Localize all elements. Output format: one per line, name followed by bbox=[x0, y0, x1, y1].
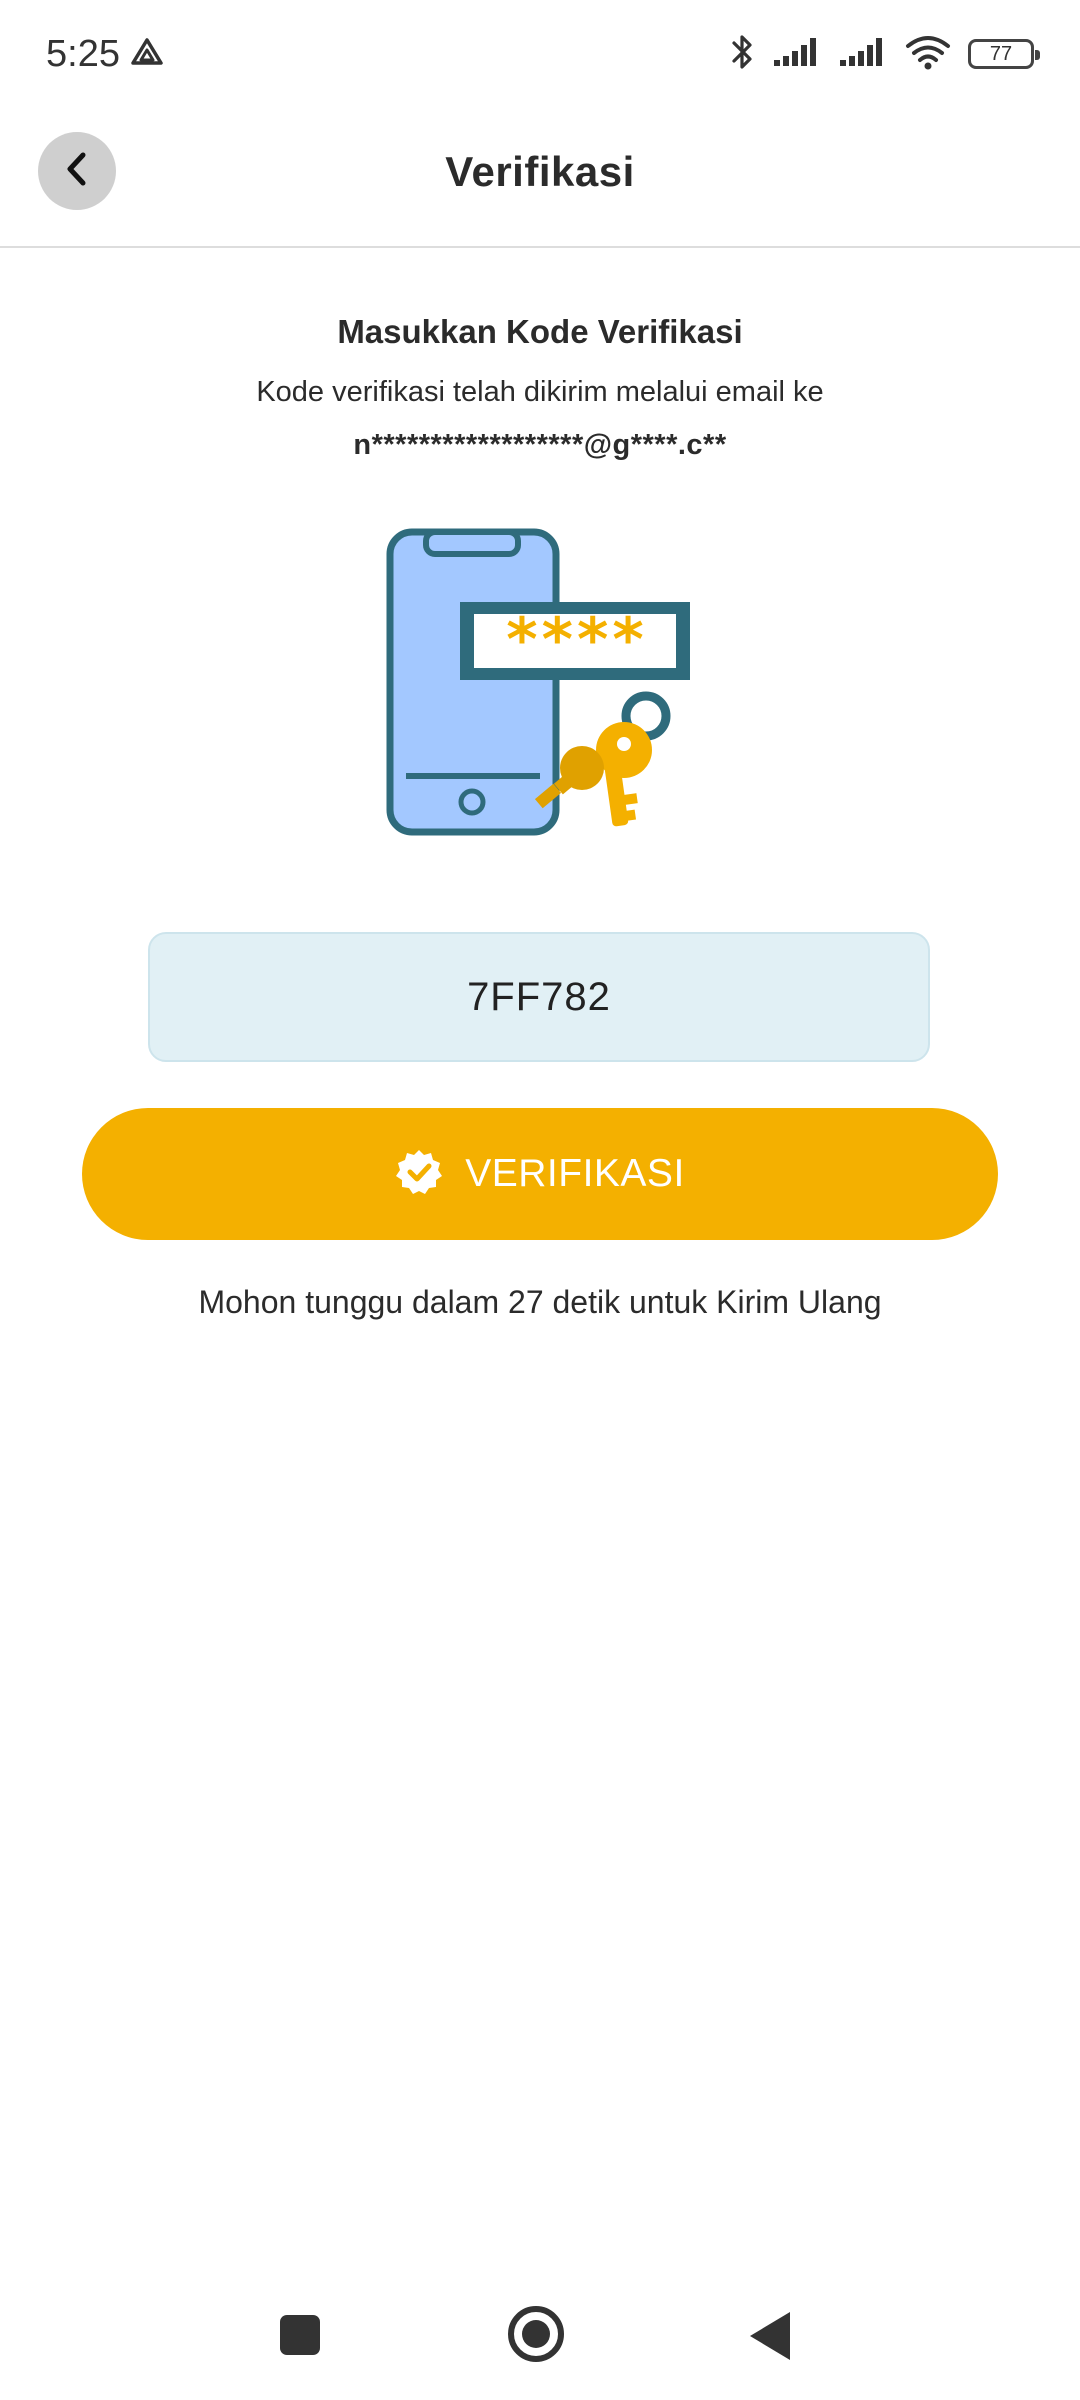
wifi-icon bbox=[904, 34, 952, 75]
screen: 5:25 77 Verifikasi Masukkan Kode Verifik… bbox=[0, 0, 1080, 2400]
page-title: Verifikasi bbox=[445, 148, 635, 195]
masked-email: n******************@g****.c** bbox=[353, 429, 727, 461]
status-bar: 5:25 77 bbox=[0, 0, 1080, 108]
verification-code-input[interactable]: 7FF782 bbox=[148, 932, 930, 1062]
signal-icon bbox=[772, 36, 822, 73]
bluetooth-icon bbox=[730, 32, 756, 77]
home-icon-dot bbox=[522, 2320, 550, 2348]
verify-button[interactable]: VERIFIKASI bbox=[82, 1108, 998, 1240]
app-bar: Verifikasi bbox=[0, 108, 1080, 248]
verification-subtitle: Kode verifikasi telah dikirim melalui em… bbox=[256, 376, 824, 408]
resend-countdown-text: Mohon tunggu dalam 27 detik untuk Kirim … bbox=[198, 1284, 882, 1320]
back-icon[interactable] bbox=[750, 2312, 790, 2360]
home-icon[interactable] bbox=[508, 2306, 564, 2362]
system-nav-bar bbox=[0, 2280, 1080, 2400]
verify-button-label: VERIFIKASI bbox=[465, 1152, 685, 1195]
drive-icon bbox=[130, 36, 164, 73]
status-left: 5:25 bbox=[46, 33, 164, 76]
signal-icon bbox=[838, 36, 888, 73]
phone-password-key-illustration: **** bbox=[386, 528, 694, 838]
svg-text:****: **** bbox=[506, 605, 648, 675]
status-right: 77 bbox=[730, 32, 1040, 77]
battery-level: 77 bbox=[989, 42, 1013, 65]
recent-apps-icon[interactable] bbox=[280, 2315, 320, 2355]
verified-badge-icon bbox=[395, 1148, 443, 1201]
status-time: 5:25 bbox=[46, 32, 120, 75]
battery-icon: 77 bbox=[968, 39, 1040, 69]
verification-heading: Masukkan Kode Verifikasi bbox=[337, 313, 743, 350]
